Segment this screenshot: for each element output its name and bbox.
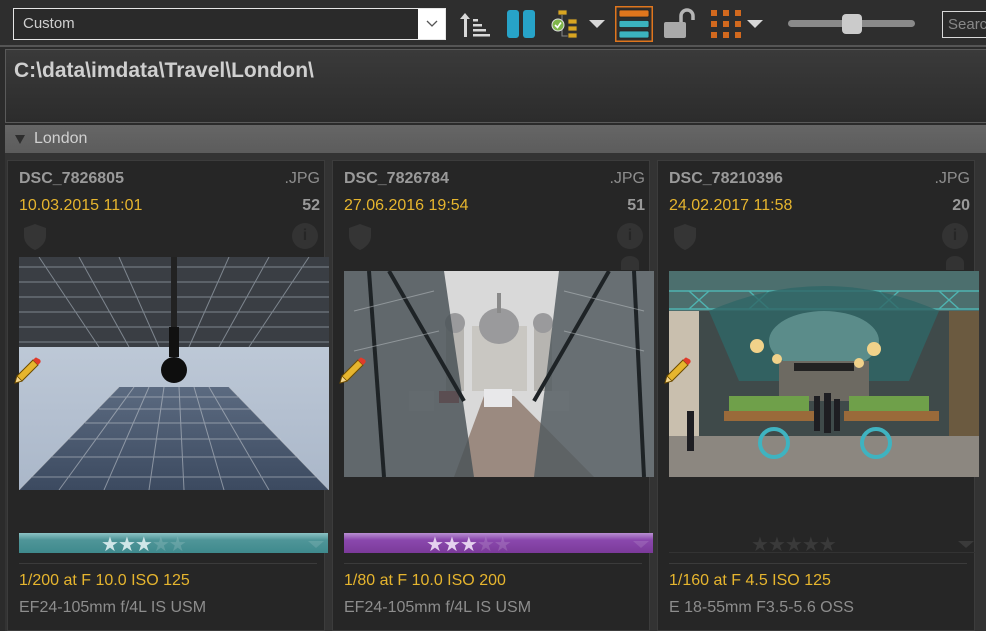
divider — [19, 563, 317, 564]
file-extension: .JPG — [284, 170, 320, 187]
toolbar: Custom Sear — [0, 0, 986, 47]
divider — [344, 563, 642, 564]
star-filled-icon[interactable]: ★ — [426, 534, 444, 556]
edit-pencil-icon[interactable] — [661, 357, 691, 392]
star-rating[interactable]: ★★★★★ — [426, 532, 512, 557]
thumbnail-card[interactable]: DSC_78210396 .JPG 24.02.2017 11:58 20 i — [657, 160, 979, 631]
exposure-info: 1/160 at F 4.5 ISO 125 — [669, 572, 831, 589]
star-filled-icon[interactable]: ★ — [135, 534, 153, 556]
file-number: 52 — [302, 197, 320, 214]
group-header[interactable]: London — [5, 125, 986, 153]
star-empty-icon[interactable]: ★ — [152, 534, 170, 556]
star-filled-icon[interactable]: ★ — [443, 534, 461, 556]
label-dropdown-icon[interactable] — [958, 541, 974, 548]
star-rating[interactable]: ★★★★★ — [751, 532, 837, 557]
star-empty-icon[interactable]: ★ — [751, 534, 769, 556]
divider — [669, 563, 967, 564]
edit-pencil-icon[interactable] — [336, 357, 366, 392]
edit-pencil-icon[interactable] — [11, 357, 41, 392]
preset-dropdown[interactable]: Custom — [13, 8, 446, 40]
shield-icon[interactable] — [347, 223, 373, 256]
capture-date: 27.06.2016 19:54 — [344, 197, 469, 214]
label-dropdown-icon[interactable] — [308, 541, 324, 548]
columns-icon[interactable] — [505, 7, 537, 41]
workflow-check-icon[interactable] — [550, 7, 580, 41]
exposure-info: 1/200 at F 10.0 ISO 125 — [19, 572, 190, 589]
status-indicator-icon — [946, 256, 964, 270]
shield-icon[interactable] — [22, 223, 48, 256]
dropdown-arrow-icon[interactable] — [588, 7, 606, 41]
color-label-bar[interactable]: ★★★★★ — [669, 533, 978, 556]
search-placeholder: Search — [948, 16, 986, 33]
thumbnail-card[interactable]: DSC_7826805 .JPG 10.03.2015 11:01 52 i ★… — [7, 160, 329, 631]
star-filled-icon[interactable]: ★ — [101, 534, 119, 556]
file-name: DSC_78210396 — [669, 170, 783, 187]
color-label-bar[interactable]: ★★★★★ — [344, 533, 653, 556]
file-name: DSC_7826784 — [344, 170, 449, 187]
lens-info: EF24-105mm f/4L IS USM — [19, 599, 207, 616]
star-empty-icon[interactable]: ★ — [494, 534, 512, 556]
info-icon[interactable]: i — [292, 223, 318, 249]
dropdown-arrow-icon[interactable] — [746, 7, 764, 41]
collapse-triangle-icon[interactable] — [15, 135, 25, 144]
star-empty-icon[interactable]: ★ — [802, 534, 820, 556]
color-label-bar[interactable]: ★★★★★ — [19, 533, 328, 556]
shield-icon[interactable] — [672, 223, 698, 256]
lens-info: E 18-55mm F3.5-5.6 OSS — [669, 599, 854, 616]
thumbnail-card[interactable]: DSC_7826784 .JPG 27.06.2016 19:54 51 i ★… — [332, 160, 654, 631]
list-view-icon[interactable] — [615, 6, 653, 42]
file-name: DSC_7826805 — [19, 170, 124, 187]
unlock-icon[interactable] — [662, 7, 696, 41]
folder-path: C:\data\imdata\Travel\London\ — [14, 59, 314, 82]
sort-ascending-icon[interactable] — [458, 7, 492, 41]
lens-info: EF24-105mm f/4L IS USM — [344, 599, 532, 616]
star-empty-icon[interactable]: ★ — [477, 534, 495, 556]
slider-thumb[interactable] — [842, 14, 862, 34]
file-number: 20 — [952, 197, 970, 214]
thumbnail-size-slider[interactable] — [788, 14, 915, 34]
star-rating[interactable]: ★★★★★ — [101, 532, 187, 557]
star-filled-icon[interactable]: ★ — [460, 534, 478, 556]
grid-view-icon[interactable] — [709, 7, 743, 41]
path-bar: C:\data\imdata\Travel\London\ — [5, 49, 986, 123]
star-empty-icon[interactable]: ★ — [169, 534, 187, 556]
label-dropdown-icon[interactable] — [633, 541, 649, 548]
star-empty-icon[interactable]: ★ — [785, 534, 803, 556]
status-indicator-icon — [621, 256, 639, 270]
preset-value: Custom — [23, 15, 75, 32]
capture-date: 10.03.2015 11:01 — [19, 197, 143, 214]
photo-thumbnail[interactable] — [669, 271, 979, 477]
photo-thumbnail[interactable] — [19, 257, 329, 490]
exposure-info: 1/80 at F 10.0 ISO 200 — [344, 572, 506, 589]
file-extension: .JPG — [609, 170, 645, 187]
info-icon[interactable]: i — [617, 223, 643, 249]
star-empty-icon[interactable]: ★ — [768, 534, 786, 556]
search-input[interactable]: Search — [942, 11, 986, 38]
photo-thumbnail[interactable] — [344, 271, 654, 477]
group-name: London — [34, 130, 88, 147]
file-number: 51 — [627, 197, 645, 214]
chevron-down-icon[interactable] — [418, 9, 445, 39]
file-extension: .JPG — [934, 170, 970, 187]
star-filled-icon[interactable]: ★ — [118, 534, 136, 556]
info-icon[interactable]: i — [942, 223, 968, 249]
star-empty-icon[interactable]: ★ — [819, 534, 837, 556]
capture-date: 24.02.2017 11:58 — [669, 197, 793, 214]
